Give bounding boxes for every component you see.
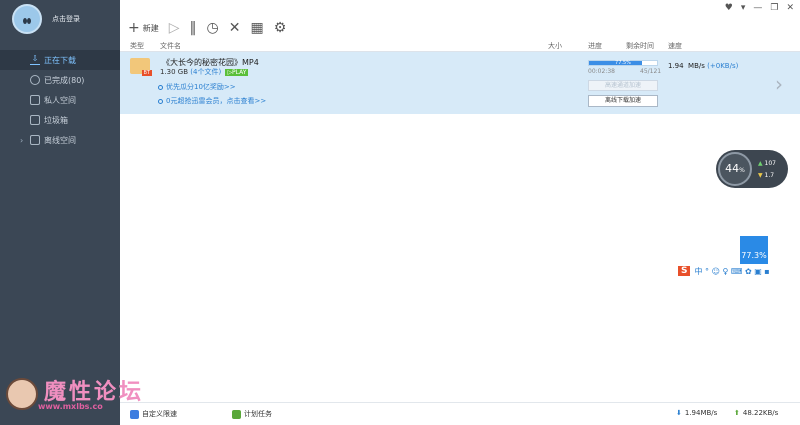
trash-icon xyxy=(30,115,40,125)
clock-icon[interactable]: ◷ xyxy=(207,21,219,35)
column-filename[interactable]: 文件名 xyxy=(160,41,181,51)
file-size: 1.30 GB xyxy=(160,68,189,76)
file-count-link[interactable]: (4个文件) xyxy=(190,68,221,76)
schedule-label: 计划任务 xyxy=(244,410,272,418)
new-task-label: 新建 xyxy=(142,23,159,33)
chevron-right-icon[interactable]: › xyxy=(20,136,23,145)
menu-icon[interactable]: ▾ xyxy=(741,3,746,13)
speed-unit: MB/s xyxy=(688,62,705,70)
sidebar-item-trash[interactable]: 垃圾箱 xyxy=(0,110,120,130)
reward-link-text: 优先瓜分10亿奖励>> xyxy=(166,83,236,91)
download-rate-value: 1.7 xyxy=(764,172,775,179)
elapsed-time: 00:02:38 xyxy=(588,68,615,75)
sidebar-item-private[interactable]: 私人空间 xyxy=(0,90,120,110)
bullet-icon xyxy=(158,98,163,104)
maximize-icon[interactable]: ❐ xyxy=(770,3,778,13)
download-icon: ⇩ xyxy=(30,54,40,65)
high-speed-channel-button[interactable]: 高速通道加速 xyxy=(588,80,658,91)
sidebar-item-label: 垃圾箱 xyxy=(44,115,68,125)
minimize-icon[interactable]: — xyxy=(753,3,762,13)
upload-arrow-icon: ⬆ xyxy=(734,409,740,417)
ime-toolbar: S 中 ° ☺ ♀ ⌨ ✿ ▣ ▪ xyxy=(678,264,798,278)
lock-icon xyxy=(30,95,40,105)
piece-count: 45/121 xyxy=(640,68,662,75)
file-size-line: 1.30 GB (4个文件) ▷PLAY xyxy=(160,67,249,77)
upload-rate-value: 107 xyxy=(764,160,776,167)
offline-accel-button[interactable]: 离线下载加速 xyxy=(588,95,658,107)
column-type[interactable]: 类型 xyxy=(130,41,144,51)
toolbar: + 新建 ▷ ‖ ◷ ✕ ▦ ⚙ xyxy=(120,16,800,40)
download-speed: 1.94 MB/s (+0KB/s) xyxy=(668,62,738,70)
sidebar-item-label: 离线空间 xyxy=(44,135,76,145)
vip-link-text: 0元超抢迅雷会员，点击查看>> xyxy=(166,97,267,105)
speed-value: 1.94 xyxy=(668,62,684,70)
delete-icon[interactable]: ✕ xyxy=(229,21,241,35)
sogou-logo-icon[interactable]: S xyxy=(678,266,691,276)
sidebar-item-label: 已完成(80) xyxy=(44,75,85,85)
total-download-speed: ⬇ 1.94MB/s xyxy=(676,409,717,417)
table-header: 类型 文件名 大小 进度 剩余时间 速度 xyxy=(120,40,800,52)
status-bar: 自定义限速 计划任务 ⬇ 1.94MB/s ⬆ 48.22KB/s xyxy=(120,402,800,425)
cloud-icon xyxy=(30,135,40,145)
custom-speed-label: 自定义限速 xyxy=(142,410,177,418)
custom-speed-limit-button[interactable]: 自定义限速 xyxy=(130,409,177,419)
gauge-dial: 44% xyxy=(718,152,752,186)
watermark-url: www.mxlbs.co xyxy=(38,402,103,411)
speed-extra: (+0KB/s) xyxy=(707,62,739,70)
new-file-icon: + xyxy=(128,20,140,36)
sidebar-item-offline[interactable]: › 离线空间 xyxy=(0,130,120,150)
sidebar-item-label: 正在下载 xyxy=(44,55,76,65)
bullet-icon xyxy=(158,84,163,90)
progress-bar: 77.5% xyxy=(588,60,658,66)
watermark-mascot xyxy=(6,378,38,410)
start-icon[interactable]: ▷ xyxy=(169,21,180,35)
sidebar-item-downloading[interactable]: ⇩ 正在下载 xyxy=(0,50,120,70)
total-upload-speed: ⬆ 48.22KB/s xyxy=(734,409,778,417)
new-task-button[interactable]: + 新建 xyxy=(128,21,159,35)
login-link[interactable]: 点击登录 xyxy=(52,14,80,24)
sidebar: 点击登录 ⇩ 正在下载 已完成(80) 私人空间 垃圾箱 › 离线空间 魔性论坛… xyxy=(0,0,141,425)
column-remaining[interactable]: 剩余时间 xyxy=(626,41,654,51)
sidebar-item-completed[interactable]: 已完成(80) xyxy=(0,70,120,90)
check-circle-icon xyxy=(30,75,40,85)
avatar-eye xyxy=(27,18,31,24)
vip-link[interactable]: 0元超抢迅雷会员，点击查看>> xyxy=(158,96,266,106)
floating-progress-box[interactable]: 77.3% xyxy=(740,236,768,264)
down-arrow-icon: ▼ xyxy=(758,172,763,179)
sidebar-nav: ⇩ 正在下载 已完成(80) 私人空间 垃圾箱 › 离线空间 xyxy=(0,50,120,150)
total-upload-value: 48.22KB/s xyxy=(742,409,779,417)
bt-badge: BT xyxy=(141,70,152,76)
settings-icon[interactable]: ⚙ xyxy=(274,21,287,35)
download-arrow-icon: ⬇ xyxy=(676,409,682,417)
column-size[interactable]: 大小 xyxy=(548,41,562,51)
speed-limit-icon xyxy=(130,409,139,419)
column-speed[interactable]: 速度 xyxy=(668,41,682,51)
upload-rate: ▲ 107 xyxy=(758,160,776,167)
folder-icon: BT xyxy=(130,58,152,76)
window-controls: ♥ ▾ — ❐ ✕ xyxy=(725,2,794,14)
schedule-task-button[interactable]: 计划任务 xyxy=(232,409,272,419)
total-download-value: 1.94MB/s xyxy=(684,409,718,417)
table-row[interactable]: BT 《大长今的秘密花园》MP4 1.30 GB (4个文件) ▷PLAY 优先… xyxy=(120,52,800,114)
grid-icon[interactable]: ▦ xyxy=(250,21,263,35)
download-rate: ▼ 1.7 xyxy=(758,172,774,179)
pause-icon[interactable]: ‖ xyxy=(190,21,197,35)
gauge-value: 44 xyxy=(725,162,740,175)
sidebar-item-label: 私人空间 xyxy=(44,95,76,105)
progress-text: 77.5% xyxy=(615,60,631,66)
ime-icons[interactable]: 中 ° ☺ ♀ ⌨ ✿ ▣ ▪ xyxy=(694,266,769,277)
avatar[interactable] xyxy=(12,4,42,34)
up-arrow-icon: ▲ xyxy=(758,160,763,167)
close-icon[interactable]: ✕ xyxy=(786,3,794,13)
gauge-unit: % xyxy=(739,167,745,174)
column-progress[interactable]: 进度 xyxy=(588,41,602,51)
skin-icon[interactable]: ♥ xyxy=(725,3,733,13)
schedule-icon xyxy=(232,409,241,419)
reward-link[interactable]: 优先瓜分10亿奖励>> xyxy=(158,82,236,92)
chevron-right-icon[interactable]: › xyxy=(775,72,783,96)
speed-gauge-widget[interactable]: 44% ▲ 107 ▼ 1.7 xyxy=(716,150,788,188)
play-button[interactable]: ▷PLAY xyxy=(225,69,249,76)
